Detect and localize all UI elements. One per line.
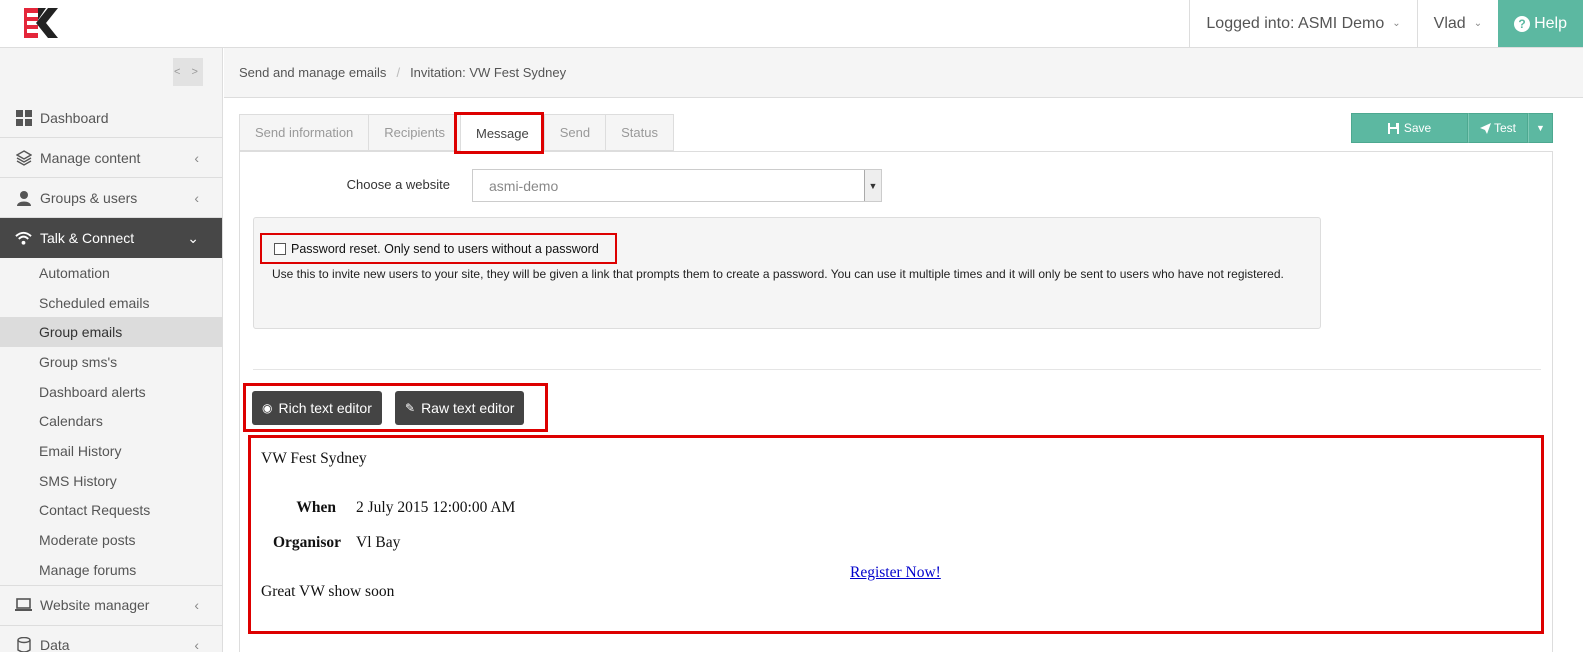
question-icon: ? [1514, 15, 1531, 32]
submenu-item-email-history[interactable]: Email History [0, 436, 222, 466]
submenu-item-calendars[interactable]: Calendars [0, 406, 222, 436]
chevron-down-icon: ⌄ [1392, 18, 1401, 29]
floppy-icon [1387, 122, 1399, 134]
tab-status[interactable]: Status [605, 114, 674, 151]
breadcrumb: Send and manage emails / Invitation: VW … [224, 48, 1583, 98]
website-select-value: asmi-demo [489, 177, 559, 194]
submenu-item-sms-history[interactable]: SMS History [0, 466, 222, 496]
chevron-left-icon: ‹ [194, 637, 199, 652]
sidebar-item-dashboard[interactable]: Dashboard [0, 98, 222, 138]
when-value: 2 July 2015 12:00:00 AM [356, 499, 516, 516]
select-arrow-icon: ▼ [864, 170, 881, 201]
password-reset-label: Password reset. Only send to users witho… [291, 241, 599, 256]
brand-logo[interactable] [24, 8, 58, 38]
chevron-down-icon: ⌄ [1473, 18, 1483, 29]
dashboard-icon [15, 109, 32, 126]
section-divider [253, 369, 1541, 370]
register-now-link[interactable]: Register Now! [850, 564, 941, 582]
sidebar-item-label: Manage content [40, 149, 141, 166]
password-reset-panel: Password reset. Only send to users witho… [253, 217, 1321, 329]
wifi-icon [15, 230, 32, 246]
user-label: Vlad [1433, 14, 1466, 32]
submenu-item-group-emails[interactable]: Group emails [0, 317, 222, 348]
submenu-item-group-sms[interactable]: Group sms's [0, 347, 222, 377]
test-button[interactable]: Test [1468, 113, 1528, 143]
sidebar-item-website-manager[interactable]: Website manager ‹ [0, 586, 222, 626]
submenu-item-automation[interactable]: Automation [0, 258, 222, 288]
logged-in-label: Logged into: ASMI Demo [1206, 14, 1385, 32]
sidebar-collapse-button[interactable]: < > [173, 58, 203, 86]
user-dropdown[interactable]: Vlad ⌄ [1416, 0, 1498, 47]
message-when-row: When 2 July 2015 12:00:00 AM [261, 499, 515, 517]
organisor-label: Organisor [272, 534, 341, 551]
sidebar-item-label: Website manager [40, 597, 150, 614]
action-button-group: Save Test ▼ [1351, 113, 1553, 143]
sidebar: < > Dashboard Manage content ‹ Groups & … [0, 48, 223, 652]
message-editor[interactable]: VW Fest Sydney When 2 July 2015 12:00:00… [248, 435, 1544, 634]
chevron-left-icon: ‹ [194, 597, 199, 614]
editor-mode-toggle: ◉ Rich text editor ✎ Raw text editor [243, 383, 548, 432]
rich-text-editor-button[interactable]: ◉ Rich text editor [252, 391, 382, 425]
message-organisor-row: Organisor Vl Bay [261, 534, 400, 552]
chevron-down-icon: ⌄ [187, 229, 199, 246]
when-label: When [296, 499, 336, 516]
website-select[interactable]: asmi-demo ▼ [472, 169, 882, 202]
organisor-value: Vl Bay [356, 534, 401, 551]
sidebar-item-label: Talk & Connect [40, 230, 135, 246]
sidebar-item-groups-users[interactable]: Groups & users ‹ [0, 178, 222, 218]
test-dropdown-toggle[interactable]: ▼ [1528, 113, 1553, 143]
website-label: Choose a website [346, 177, 450, 192]
test-label: Test [1493, 121, 1516, 135]
breadcrumb-current: Invitation: VW Fest Sydney [410, 65, 567, 80]
globe-icon: ◉ [262, 401, 273, 415]
chevron-left-icon: ‹ [194, 149, 199, 166]
chevron-left-icon: ‹ [194, 189, 199, 206]
message-tab-highlight [454, 112, 544, 154]
sidebar-item-data[interactable]: Data ‹ [0, 626, 222, 652]
sidebar-menu: Dashboard Manage content ‹ Groups & user… [0, 98, 222, 652]
save-button[interactable]: Save [1351, 113, 1468, 143]
help-button[interactable]: ? Help [1498, 0, 1583, 47]
user-icon [15, 190, 32, 206]
laptop-icon [15, 597, 32, 613]
sidebar-item-label: Groups & users [40, 189, 138, 206]
save-label: Save [1403, 121, 1432, 135]
submenu-item-dashboard-alerts[interactable]: Dashboard alerts [0, 377, 222, 407]
submenu-item-moderate-posts[interactable]: Moderate posts [0, 525, 222, 555]
main-content: Send information Recipients Message Send… [224, 98, 1583, 652]
message-title: VW Fest Sydney [261, 450, 367, 467]
sidebar-item-label: Dashboard [40, 109, 109, 126]
sidebar-item-label: Data [40, 637, 70, 652]
caret-down-icon: ▼ [1536, 123, 1545, 133]
submenu-item-manage-forums[interactable]: Manage forums [0, 555, 222, 585]
help-label: Help [1534, 14, 1567, 32]
password-reset-option[interactable]: Password reset. Only send to users witho… [260, 233, 617, 264]
breadcrumb-separator: / [396, 65, 401, 80]
talk-connect-submenu: Automation Scheduled emails Group emails… [0, 258, 222, 586]
send-icon [1479, 122, 1491, 134]
tab-send[interactable]: Send [543, 114, 606, 151]
layers-icon [15, 149, 32, 166]
rich-text-editor-label: Rich text editor [278, 400, 372, 416]
password-reset-checkbox[interactable] [274, 242, 286, 255]
database-icon [15, 637, 32, 652]
raw-text-editor-button[interactable]: ✎ Raw text editor [395, 391, 525, 425]
message-footer-text: Great VW show soon [261, 583, 395, 600]
sidebar-item-manage-content[interactable]: Manage content ‹ [0, 138, 222, 178]
breadcrumb-parent-link[interactable]: Send and manage emails [239, 65, 386, 80]
message-tab-panel: Choose a website asmi-demo ▼ Password re… [239, 151, 1553, 652]
raw-text-editor-label: Raw text editor [421, 400, 515, 416]
sidebar-item-talk-connect[interactable]: Talk & Connect ⌄ [0, 218, 222, 258]
submenu-item-scheduled-emails[interactable]: Scheduled emails [0, 288, 222, 318]
pencil-icon: ✎ [405, 401, 416, 415]
tab-recipients[interactable]: Recipients [368, 114, 460, 151]
tab-send-information[interactable]: Send information [239, 114, 369, 151]
top-bar: Logged into: ASMI Demo ⌄ Vlad ⌄ ? Help [0, 0, 1583, 48]
logged-in-dropdown[interactable]: Logged into: ASMI Demo ⌄ [1189, 0, 1416, 47]
submenu-item-contact-requests[interactable]: Contact Requests [0, 496, 222, 526]
password-reset-description: Use this to invite new users to your sit… [272, 267, 1284, 281]
